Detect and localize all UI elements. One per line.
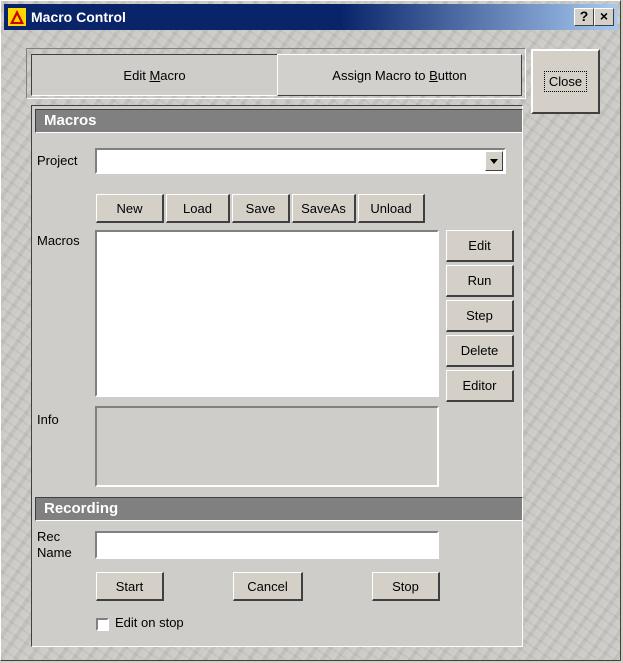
tab-edit-macro-label: Edit Macro bbox=[123, 67, 186, 83]
chevron-down-icon[interactable] bbox=[485, 151, 503, 171]
new-button[interactable]: New bbox=[96, 194, 164, 223]
tab-edit-macro[interactable]: Edit Macro bbox=[31, 54, 277, 96]
macro-control-window: Macro Control ? × Edit Macro Assign Macr… bbox=[0, 0, 621, 661]
tab-assign-macro-to-button[interactable]: Assign Macro to Button bbox=[277, 54, 522, 96]
run-button[interactable]: Run bbox=[446, 265, 514, 297]
main-panel: Macros Project New Load Save SaveAs Unlo… bbox=[31, 105, 523, 647]
unload-button[interactable]: Unload bbox=[358, 194, 425, 223]
load-button[interactable]: Load bbox=[166, 194, 230, 223]
rec-name-label-line2: Name bbox=[37, 545, 72, 560]
delete-button[interactable]: Delete bbox=[446, 335, 514, 367]
window-close-button[interactable]: × bbox=[594, 8, 614, 26]
title-bar[interactable]: Macro Control ? × bbox=[4, 4, 617, 30]
edit-on-stop-label[interactable]: Edit on stop bbox=[115, 615, 184, 630]
macros-section-header: Macros bbox=[35, 109, 523, 133]
help-button[interactable]: ? bbox=[574, 8, 594, 26]
macros-list[interactable] bbox=[95, 230, 439, 397]
edit-on-stop-checkbox[interactable] bbox=[96, 618, 109, 631]
rec-name-input[interactable] bbox=[95, 531, 439, 559]
close-button[interactable]: Close bbox=[531, 49, 600, 114]
project-dropdown[interactable] bbox=[95, 148, 506, 174]
app-icon bbox=[8, 8, 26, 26]
step-button[interactable]: Step bbox=[446, 300, 514, 332]
tab-assign-label: Assign Macro to Button bbox=[332, 67, 467, 83]
window-title: Macro Control bbox=[31, 9, 126, 25]
recording-section-header: Recording bbox=[35, 497, 523, 521]
editor-button[interactable]: Editor bbox=[446, 370, 514, 402]
start-button[interactable]: Start bbox=[96, 572, 164, 601]
info-box bbox=[95, 406, 439, 487]
project-label: Project bbox=[37, 153, 78, 168]
edit-button[interactable]: Edit bbox=[446, 230, 514, 262]
stop-button[interactable]: Stop bbox=[372, 572, 440, 601]
info-label: Info bbox=[37, 412, 59, 427]
cancel-button[interactable]: Cancel bbox=[233, 572, 303, 601]
macros-list-label: Macros bbox=[37, 233, 80, 248]
saveas-button[interactable]: SaveAs bbox=[292, 194, 356, 223]
save-button[interactable]: Save bbox=[232, 194, 290, 223]
rec-name-label-line1: Rec bbox=[37, 529, 61, 544]
